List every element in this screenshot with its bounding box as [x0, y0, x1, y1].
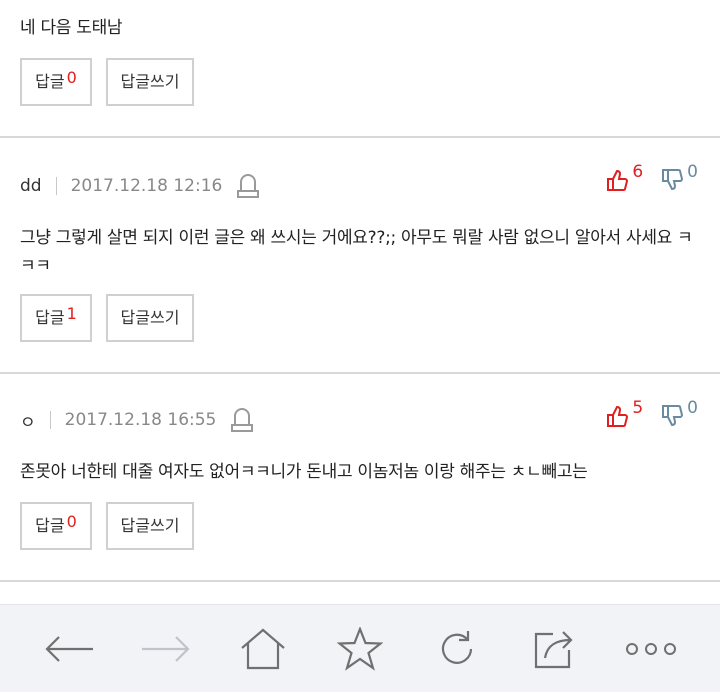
reply-label: 답글: [35, 516, 65, 535]
divider: [0, 580, 720, 582]
meta-separator: [49, 411, 51, 429]
reply-count: 1: [66, 304, 77, 323]
share-icon: [535, 630, 573, 668]
write-reply-button[interactable]: 답글쓰기: [106, 294, 194, 342]
more-button[interactable]: [621, 619, 681, 679]
reply-button[interactable]: 답글 0: [20, 502, 92, 550]
star-icon: [336, 626, 383, 671]
comment-date: 2017.12.18 16:55: [64, 410, 217, 430]
thumbs-down-icon: [662, 169, 684, 191]
comment-text: 존못아 너한테 대줄 여자도 없어ㅋㅋ니가 돈내고 이놈저놈 이랑 해주는 ㅊㄴ…: [20, 462, 588, 482]
comment-date: 2017.12.18 12:16: [70, 176, 223, 196]
report-alarm-icon[interactable]: [236, 173, 260, 199]
thumbs-up-icon: [607, 405, 629, 427]
dislike-button[interactable]: 0: [661, 162, 698, 192]
reply-button[interactable]: 답글 0: [20, 58, 92, 106]
write-reply-label: 답글쓰기: [120, 72, 180, 91]
dislike-count: 0: [687, 162, 698, 182]
like-count: 6: [632, 162, 644, 182]
share-button[interactable]: [524, 619, 584, 679]
bookmark-button[interactable]: [330, 619, 390, 679]
reply-count: 0: [66, 512, 77, 531]
reply-label: 답글: [35, 308, 65, 327]
comment-item: dd 2017.12.18 12:16 6 0 그냥 그렇게 살면 되지 이런 …: [0, 138, 720, 372]
comment-top: 네 다음 도태남 답글 0 답글쓰기: [0, 0, 720, 136]
comment-author: dd: [20, 176, 42, 196]
reply-button[interactable]: 답글 1: [20, 294, 92, 342]
report-alarm-icon[interactable]: [230, 407, 254, 433]
dislike-count: 0: [687, 398, 698, 418]
write-reply-button[interactable]: 답글쓰기: [106, 58, 194, 106]
write-reply-label: 답글쓰기: [120, 516, 180, 535]
dislike-button[interactable]: 0: [661, 398, 698, 428]
back-arrow-icon: [45, 635, 93, 662]
reply-label: 답글: [35, 72, 65, 91]
meta-separator: [55, 177, 57, 195]
write-reply-button[interactable]: 답글쓰기: [106, 502, 194, 550]
thumbs-up-icon: [607, 169, 629, 191]
forward-arrow-icon: [141, 635, 190, 662]
forward-button[interactable]: [136, 619, 196, 679]
home-icon: [241, 628, 285, 669]
comment-text: 네 다음 도태남: [20, 18, 123, 38]
refresh-icon: [442, 630, 473, 664]
more-icon: [626, 642, 677, 655]
reply-count: 0: [66, 68, 77, 87]
write-reply-label: 답글쓰기: [120, 308, 180, 327]
like-button[interactable]: 6: [606, 162, 643, 192]
browser-toolbar: [0, 604, 720, 692]
back-button[interactable]: [39, 619, 99, 679]
like-button[interactable]: 5: [606, 398, 643, 428]
like-count: 5: [632, 398, 644, 418]
thumbs-down-icon: [662, 405, 684, 427]
home-button[interactable]: [233, 619, 293, 679]
comment-text: 그냥 그렇게 살면 되지 이런 글은 왜 쓰시는 거에요??;; 아무도 뭐랄 …: [20, 228, 693, 276]
comment-author: ㅇ: [20, 412, 36, 433]
comment-item: ㅇ 2017.12.18 16:55 5 0 존못아 너한테 대줄 여자도 없어…: [0, 374, 720, 580]
refresh-button[interactable]: [427, 619, 487, 679]
